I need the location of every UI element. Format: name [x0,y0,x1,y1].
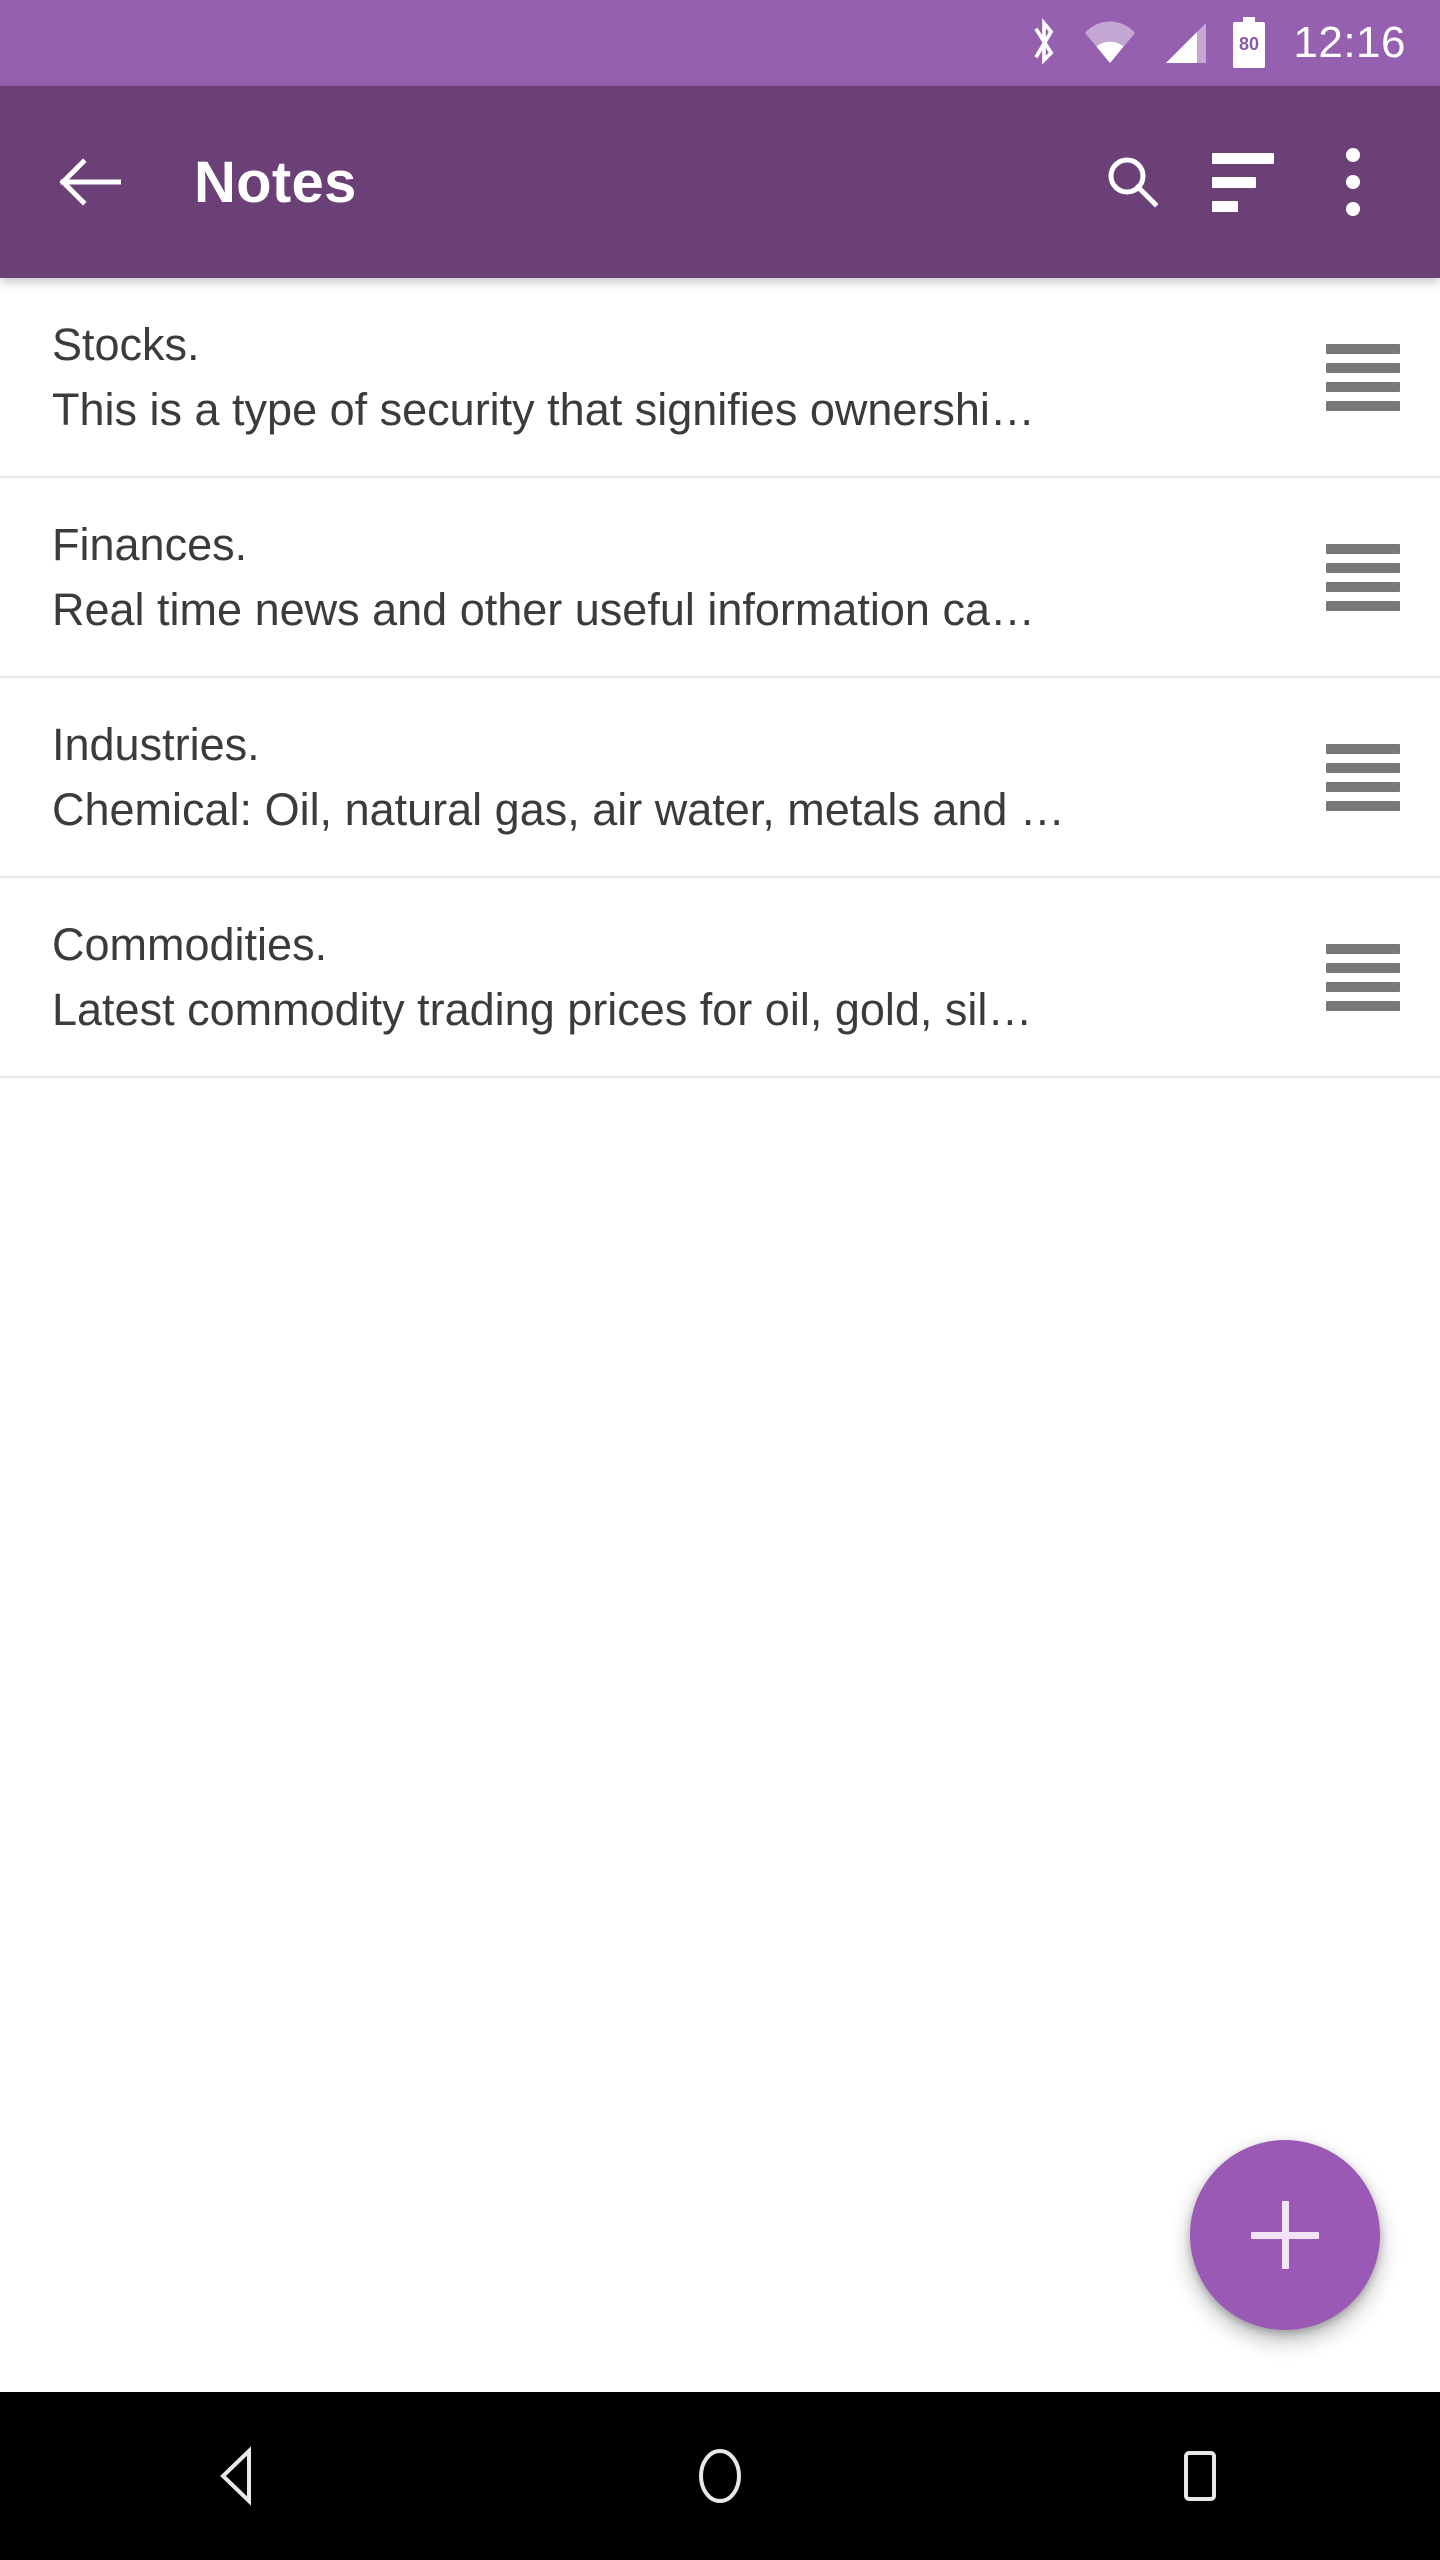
note-text-block: Stocks. This is a type of security that … [0,312,1290,443]
note-list-item[interactable]: Industries. Chemical: Oil, natural gas, … [0,678,1440,878]
status-bar: 80 12:16 [0,0,1440,86]
nav-back-button[interactable] [150,2392,330,2560]
bluetooth-icon [1027,18,1061,68]
app-bar: Notes [0,86,1440,278]
note-text-block: Industries. Chemical: Oil, natural gas, … [0,712,1290,843]
more-options-button[interactable] [1298,127,1408,237]
status-bar-clock: 12:16 [1293,18,1406,67]
note-snippet: Latest commodity trading prices for oil,… [52,983,1033,1035]
drag-handle-icon[interactable] [1308,532,1418,622]
note-list-item[interactable]: Commodities. Latest commodity trading pr… [0,878,1440,1078]
add-note-fab[interactable] [1190,2140,1380,2330]
battery-level-text: 80 [1239,34,1259,54]
plus-icon-vertical [1281,2201,1289,2269]
note-text-block: Finances. Real time news and other usefu… [0,512,1290,643]
square-recents-icon [1184,2451,1216,2501]
note-text-block: Commodities. Latest commodity trading pr… [0,912,1290,1043]
system-navigation-bar [0,2392,1440,2560]
drag-handle-icon[interactable] [1308,732,1418,822]
note-snippet: Real time news and other useful informat… [52,583,1035,635]
note-snippet: This is a type of security that signifie… [52,383,1035,435]
back-navigation-button[interactable] [42,134,138,230]
note-snippet: Chemical: Oil, natural gas, air water, m… [52,783,1065,835]
search-button[interactable] [1078,127,1188,237]
nav-recents-button[interactable] [1110,2392,1290,2560]
note-list-item[interactable]: Stocks. This is a type of security that … [0,278,1440,478]
notes-list: Stocks. This is a type of security that … [0,278,1440,1078]
circle-home-icon [699,2449,741,2503]
search-icon [1108,157,1159,208]
battery-icon: 80 [1231,17,1267,69]
app-bar-actions [1078,127,1440,237]
app-screen: 80 12:16 Notes Stocks. This is a type of… [0,0,1440,2560]
wifi-icon [1083,21,1137,65]
triangle-back-icon [220,2446,251,2506]
note-title: Industries. [52,718,260,770]
note-list-item[interactable]: Finances. Real time news and other usefu… [0,478,1440,678]
drag-handle-icon[interactable] [1308,332,1418,422]
note-title: Commodities. [52,918,328,970]
sort-icon [1212,152,1274,212]
nav-home-button[interactable] [630,2392,810,2560]
note-title: Stocks. [52,318,200,370]
arrow-left-icon [59,158,121,206]
drag-handle-icon[interactable] [1308,932,1418,1022]
cellular-signal-icon [1159,21,1209,65]
note-title: Finances. [52,518,248,570]
page-title: Notes [194,149,357,215]
sort-button[interactable] [1188,127,1298,237]
overflow-menu-icon [1346,148,1360,216]
